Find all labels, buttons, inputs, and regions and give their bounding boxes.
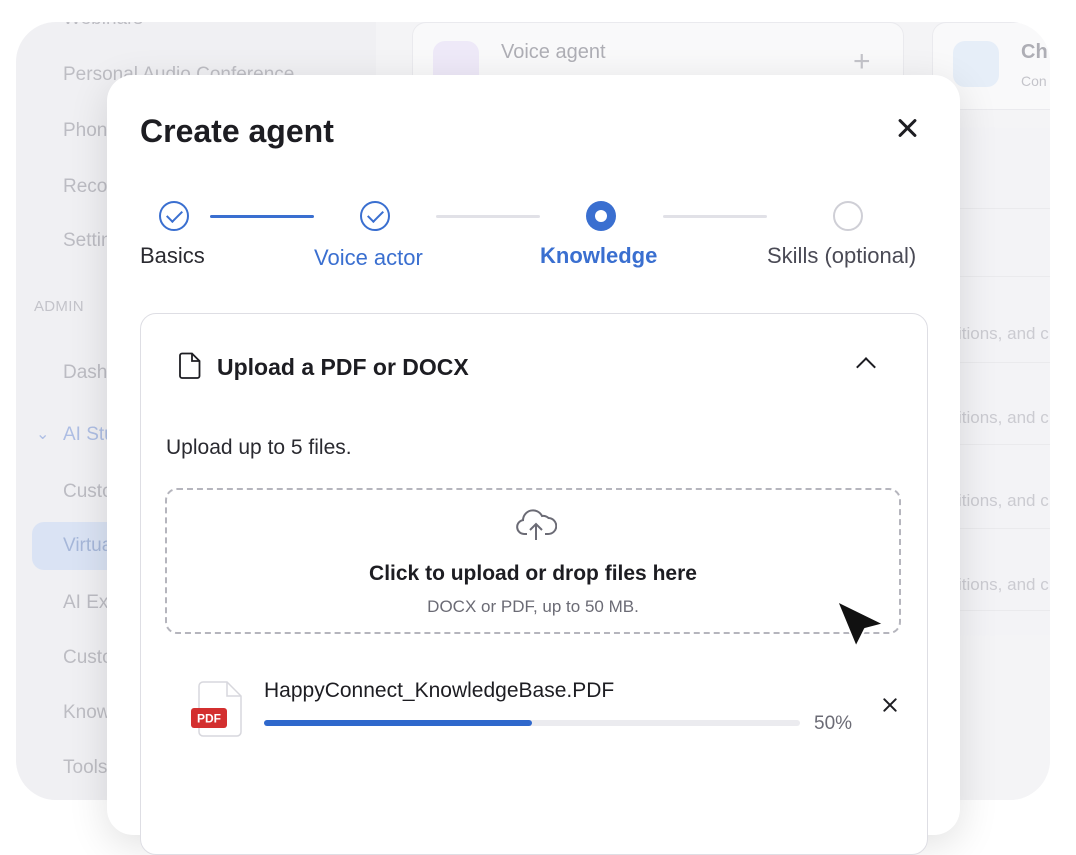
chevron-up-icon[interactable] [856,357,876,377]
step-label-skills[interactable]: Skills (optional) [767,243,916,269]
upload-progress-label: 50% [814,713,853,734]
step-connector [436,215,540,218]
sidebar-section-label: ADMIN [34,298,84,315]
card-subtitle: Con [1021,73,1047,89]
step-voice-actor-check-icon [360,201,390,231]
sidebar-item[interactable]: Tools [63,757,107,779]
card-title: Voice agent [501,41,606,63]
row-text: itions, and c [958,408,1049,427]
row-text: itions, and c [958,491,1049,510]
modal-title: Create agent [140,113,334,149]
step-connector [663,215,767,218]
step-label-voice-actor[interactable]: Voice actor [314,245,423,271]
card-title: Ch [1021,41,1048,63]
pdf-file-icon: PDF [191,681,242,737]
chat-icon [953,41,999,87]
upload-dropzone[interactable]: Click to upload or drop files here DOCX … [165,488,901,634]
step-knowledge-indicator [586,201,616,231]
upload-progress-bar [264,720,800,726]
close-icon[interactable] [892,113,922,143]
chevron-down-icon: ⌄ [36,426,50,443]
step-connector [210,215,314,218]
cloud-upload-icon [516,509,557,540]
upload-section-title: Upload a PDF or DOCX [217,354,469,380]
upload-hint: Upload up to 5 files. [166,436,352,459]
step-label-knowledge[interactable]: Knowledge [540,243,657,269]
step-basics-check-icon [159,201,189,231]
mouse-pointer-icon [836,600,885,648]
dropzone-title: Click to upload or drop files here [369,562,697,585]
file-name: HappyConnect_KnowledgeBase.PDF [264,679,615,702]
document-icon [179,352,201,379]
upload-progress-fill [264,720,532,726]
sidebar-item[interactable]: Webinars [63,22,143,30]
upload-panel: Upload a PDF or DOCX Upload up to 5 file… [140,313,928,855]
row-text: itions, and c [958,324,1049,343]
step-skills-indicator [833,201,863,231]
dropzone-subtitle: DOCX or PDF, up to 50 MB. [427,597,639,616]
step-label-basics[interactable]: Basics [140,243,205,269]
create-agent-modal: Create agent Basics Voice actor Knowledg… [107,75,960,855]
plus-icon[interactable]: + [853,45,871,79]
remove-file-icon[interactable] [881,696,899,714]
pdf-badge-label: PDF [197,712,221,726]
row-text: itions, and c [958,575,1049,594]
